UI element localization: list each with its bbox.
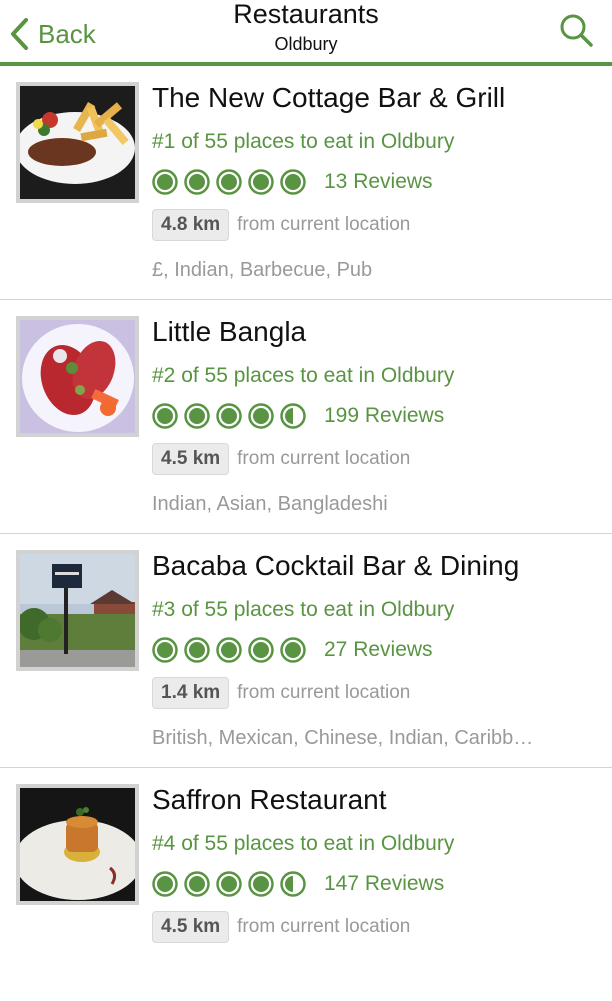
page-subtitle: Oldbury [274,34,338,54]
rating: 199 Reviews [152,402,444,430]
full-bubble-icon [248,637,274,663]
distance-label: from current location [237,682,411,703]
distance-badge: 4.5 km [152,443,230,475]
restaurant-name: Saffron Restaurant [152,784,387,815]
cuisine-tags: £, Indian, Barbecue, Pub [152,259,373,281]
distance-label: from current location [237,916,411,937]
rating-bubbles [152,169,312,195]
full-bubble-icon [280,169,306,195]
search-icon [560,14,593,47]
reviews-count[interactable]: 13 Reviews [324,170,433,194]
distance-label: from current location [237,214,411,235]
restaurant-photo [16,784,139,905]
full-bubble-icon [184,403,210,429]
full-bubble-icon [248,169,274,195]
reviews-count[interactable]: 27 Reviews [324,638,433,662]
full-bubble-icon [216,169,242,195]
cuisine-tags: British, Mexican, Chinese, Indian, Carib… [152,727,534,749]
full-bubble-icon [216,871,242,897]
reviews-count[interactable]: 199 Reviews [324,404,444,428]
restaurant-list: The New Cottage Bar & Grill #1 of 55 pla… [0,66,612,1002]
full-bubble-icon [184,169,210,195]
distance: 1.4 km from current location [152,675,410,711]
nav-bar: Back Restaurants Oldbury [0,0,612,66]
list-item[interactable]: Little Bangla #2 of 55 places to eat in … [0,300,612,534]
cuisine-tags: Indian, Asian, Bangladeshi [152,493,388,515]
full-bubble-icon [216,637,242,663]
half-bubble-icon [280,871,306,897]
restaurant-name: Bacaba Cocktail Bar & Dining [152,550,520,581]
restaurant-rank: #3 of 55 places to eat in Oldbury [152,598,455,621]
distance: 4.5 km from current location [152,909,410,945]
full-bubble-icon [184,637,210,663]
restaurant-rank: #4 of 55 places to eat in Oldbury [152,832,455,855]
rating: 147 Reviews [152,870,444,898]
rating-bubbles [152,637,312,663]
full-bubble-icon [248,403,274,429]
page-title: Restaurants [233,0,379,29]
distance-badge: 4.8 km [152,209,230,241]
restaurant-name: Little Bangla [152,316,307,347]
restaurant-photo [16,316,139,437]
food-photo-icon [20,320,135,433]
rating-bubbles [152,403,312,429]
reviews-count[interactable]: 147 Reviews [324,872,444,896]
storefront-photo-icon [20,554,135,667]
full-bubble-icon [152,169,178,195]
distance-label: from current location [237,448,411,469]
rating: 13 Reviews [152,168,433,196]
restaurant-photo [16,550,139,671]
food-photo-icon [20,788,135,901]
restaurant-name: The New Cottage Bar & Grill [152,82,506,113]
distance-badge: 4.5 km [152,911,230,943]
list-item[interactable]: Saffron Restaurant #4 of 55 places to ea… [0,768,612,1002]
full-bubble-icon [248,871,274,897]
restaurant-rank: #2 of 55 places to eat in Oldbury [152,364,455,387]
full-bubble-icon [280,637,306,663]
full-bubble-icon [152,637,178,663]
half-bubble-icon [280,403,306,429]
full-bubble-icon [184,871,210,897]
distance: 4.5 km from current location [152,441,410,477]
full-bubble-icon [152,871,178,897]
rating-bubbles [152,871,312,897]
full-bubble-icon [152,403,178,429]
distance: 4.8 km from current location [152,207,410,243]
full-bubble-icon [216,403,242,429]
search-button[interactable] [558,12,594,48]
list-item[interactable]: Bacaba Cocktail Bar & Dining #3 of 55 pl… [0,534,612,768]
restaurant-photo [16,82,139,203]
distance-badge: 1.4 km [152,677,230,709]
restaurant-rank: #1 of 55 places to eat in Oldbury [152,130,455,153]
rating: 27 Reviews [152,636,433,664]
list-item[interactable]: The New Cottage Bar & Grill #1 of 55 pla… [0,66,612,300]
food-photo-icon [20,86,135,199]
